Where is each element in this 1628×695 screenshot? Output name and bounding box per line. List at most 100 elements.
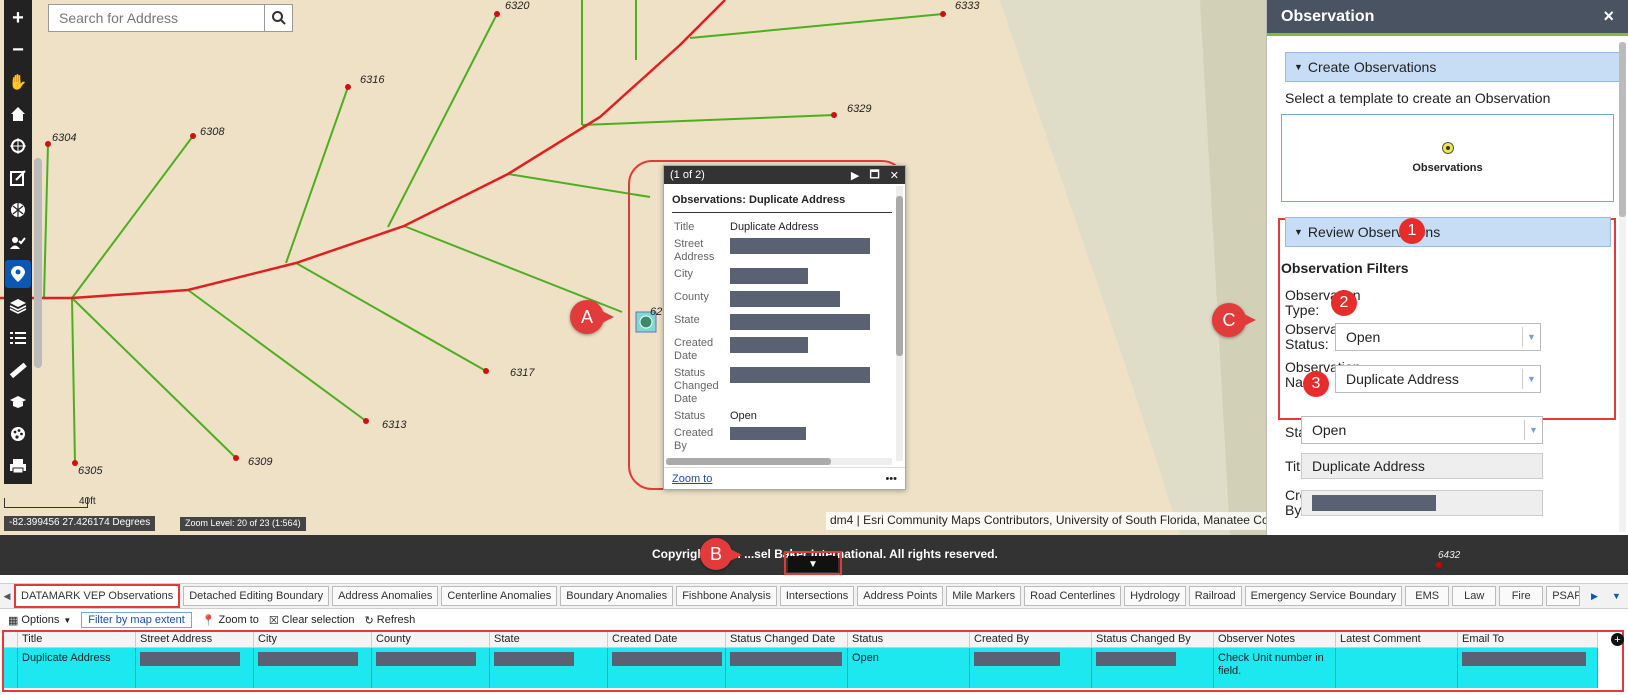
close-panel-icon[interactable]: × xyxy=(1603,6,1614,27)
column-header[interactable]: Status Changed Date xyxy=(726,632,848,648)
tab-detached-editing-boundary[interactable]: Detached Editing Boundary xyxy=(183,586,330,606)
column-header[interactable]: Status Changed By xyxy=(1092,632,1214,648)
form-title-field[interactable]: Duplicate Address xyxy=(1301,453,1543,479)
clear-selection-button[interactable]: ☒ Clear selection xyxy=(269,614,355,627)
tab-intersections[interactable]: Intersections xyxy=(779,586,855,606)
locate-button[interactable] xyxy=(5,132,31,160)
toolbar-scrollbar[interactable] xyxy=(34,158,42,368)
training-button[interactable] xyxy=(5,388,31,416)
style-button[interactable] xyxy=(5,420,31,448)
cell-latest-comment xyxy=(1336,648,1458,688)
column-header[interactable]: County xyxy=(372,632,490,648)
map-point xyxy=(1436,562,1442,568)
cell-street-address xyxy=(136,648,254,688)
zoom-level-readout: Zoom Level: 20 of 23 (1:564) xyxy=(180,517,306,531)
column-header[interactable]: Created By xyxy=(970,632,1092,648)
home-button[interactable] xyxy=(5,100,31,128)
zoom-in-button[interactable]: + xyxy=(5,4,31,32)
form-status-select[interactable]: Open ▼ xyxy=(1301,416,1543,444)
tab-address-points[interactable]: Address Points xyxy=(857,586,944,606)
tabs-scroll-left-icon[interactable]: ◀ xyxy=(0,591,14,602)
badge-1: 1 xyxy=(1399,218,1425,244)
tab-emergency-service-boundary[interactable]: Emergency Service Boundary xyxy=(1244,586,1403,606)
attribute-table-toggle[interactable]: ▼ xyxy=(788,556,838,572)
redacted-value xyxy=(494,652,574,666)
tab-fishbone-analysis[interactable]: Fishbone Analysis xyxy=(676,586,777,606)
legend-button[interactable] xyxy=(5,324,31,352)
column-header[interactable]: Email To xyxy=(1458,632,1598,648)
observations-button[interactable] xyxy=(5,260,31,288)
tab-hydrology[interactable]: Hydrology xyxy=(1124,586,1186,606)
field-label: Created By xyxy=(674,427,714,452)
column-header[interactable]: Street Address xyxy=(136,632,254,648)
parcel-label: 6329 xyxy=(847,103,872,115)
map-view[interactable]: 6320 6333 6316 6329 6304 6308 6317 6313 … xyxy=(0,0,1266,535)
next-arrow-icon[interactable]: ▶ xyxy=(851,169,859,182)
tab-datamark-vep-observations[interactable]: DATAMARK VEP Observations xyxy=(14,584,181,608)
filter-status-select[interactable]: Open ▼ xyxy=(1335,323,1541,351)
create-observations-header[interactable]: ▼ Create Observations xyxy=(1285,52,1620,82)
home-icon xyxy=(11,107,25,121)
search-input[interactable] xyxy=(49,5,264,31)
measure-button[interactable] xyxy=(5,356,31,384)
review-observations-header[interactable]: ▼ Review Observations xyxy=(1285,217,1611,247)
cell-created-by xyxy=(970,648,1092,688)
column-header[interactable]: Status xyxy=(848,632,970,648)
column-header[interactable]: State xyxy=(490,632,608,648)
tabs-scroll-right-icon[interactable]: ▶ xyxy=(1591,591,1598,602)
filter-by-extent-button[interactable]: Filter by map extent xyxy=(81,612,192,628)
tab-mile-markers[interactable]: Mile Markers xyxy=(946,586,1022,606)
zoom-to-button[interactable]: 📍 Zoom to xyxy=(202,614,259,627)
tab-railroad[interactable]: Railroad xyxy=(1188,586,1242,606)
close-icon[interactable]: ✕ xyxy=(890,169,899,182)
basemap-button[interactable] xyxy=(5,196,31,224)
tab-ems[interactable]: EMS xyxy=(1405,586,1450,606)
tab-road-centerlines[interactable]: Road Centerlines xyxy=(1024,586,1122,606)
redacted-value xyxy=(376,652,476,666)
pan-button[interactable]: ✋ xyxy=(5,68,31,96)
layers-button[interactable] xyxy=(5,292,31,320)
form-created-field[interactable] xyxy=(1301,490,1543,516)
redacted-value xyxy=(730,427,806,440)
badge-2: 2 xyxy=(1331,290,1357,316)
edit-button[interactable] xyxy=(5,164,31,192)
popup-horizontal-scrollbar[interactable] xyxy=(666,458,892,465)
tab-fire[interactable]: Fire xyxy=(1499,586,1544,606)
basemap-icon xyxy=(11,203,25,217)
template-observations[interactable]: Observations xyxy=(1412,162,1482,174)
options-menu[interactable]: ▦ Options ▼ xyxy=(8,614,71,627)
column-header[interactable]: Latest Comment xyxy=(1336,632,1458,648)
print-button[interactable] xyxy=(5,452,31,480)
user-check-button[interactable] xyxy=(5,228,31,256)
zoom-out-button[interactable]: − xyxy=(5,36,31,64)
parcel-label: 6317 xyxy=(510,367,535,379)
zoom-to-link[interactable]: Zoom to xyxy=(672,473,885,485)
row-selector[interactable] xyxy=(4,648,18,688)
tab-address-anomalies[interactable]: Address Anomalies xyxy=(332,586,439,606)
layers-icon xyxy=(9,299,27,314)
column-header[interactable]: Observer Notes xyxy=(1214,632,1336,648)
field-label: County xyxy=(674,291,709,303)
table-row[interactable]: Duplicate Address Open Check Unit number… xyxy=(4,648,1622,688)
panel-scrollbar[interactable] xyxy=(1619,42,1626,532)
column-header[interactable]: City xyxy=(254,632,372,648)
add-column-icon[interactable]: + xyxy=(1611,633,1624,646)
field-label: Street Address xyxy=(674,238,715,263)
tab-centerline-anomalies[interactable]: Centerline Anomalies xyxy=(441,586,558,606)
column-header[interactable]: Title xyxy=(18,632,136,648)
tabs-controls: ▶ ▼ xyxy=(1584,584,1628,608)
refresh-button[interactable]: ↻ Refresh xyxy=(365,614,416,627)
column-header[interactable]: Created Date xyxy=(608,632,726,648)
more-actions-icon[interactable]: ••• xyxy=(885,473,897,485)
chevron-down-icon: ▼ xyxy=(1522,327,1540,347)
tabs-menu-icon[interactable]: ▼ xyxy=(1612,591,1621,601)
tab-law[interactable]: Law xyxy=(1452,586,1497,606)
search-button[interactable] xyxy=(264,5,292,31)
maximize-icon[interactable]: 🗖 xyxy=(869,166,879,185)
filter-name-select[interactable]: Duplicate Address ▼ xyxy=(1335,365,1541,393)
eye-marker-icon xyxy=(11,266,25,282)
tab-psap[interactable]: PSAP xyxy=(1546,586,1581,606)
tab-boundary-anomalies[interactable]: Boundary Anomalies xyxy=(560,586,674,606)
popup-counter: (1 of 2) xyxy=(670,169,705,181)
popup-vertical-scrollbar[interactable] xyxy=(896,186,903,461)
